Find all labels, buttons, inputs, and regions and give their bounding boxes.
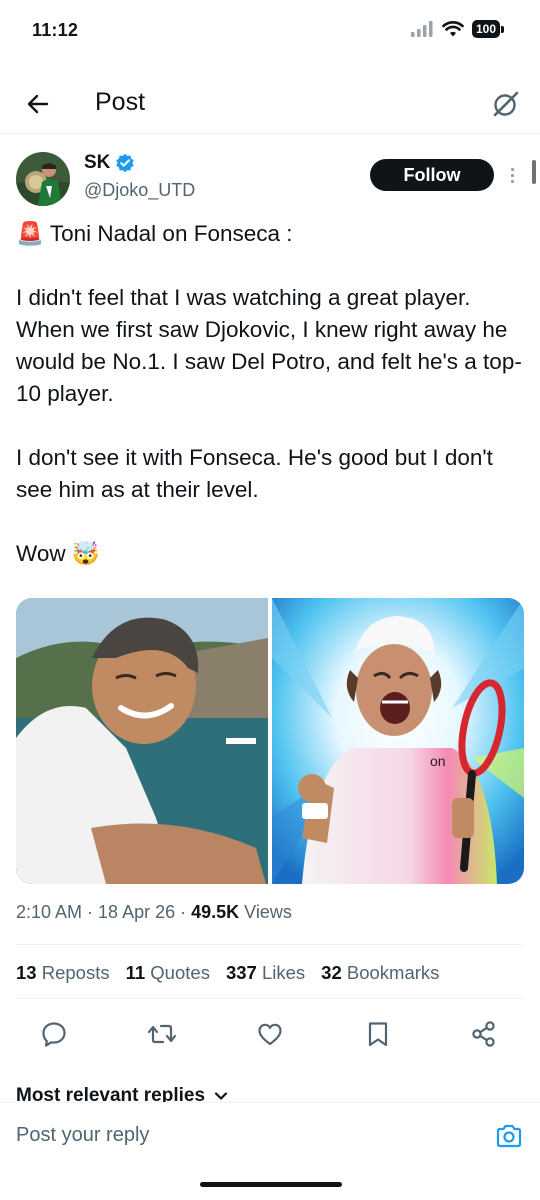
reply-button[interactable] bbox=[36, 1016, 72, 1052]
author-row: SK @Djoko_UTD Follow bbox=[16, 148, 526, 212]
divider bbox=[16, 944, 524, 945]
views-count[interactable]: 49.5K bbox=[191, 902, 239, 923]
bookmark-button[interactable] bbox=[360, 1016, 396, 1052]
reply-input[interactable] bbox=[16, 1117, 476, 1153]
quotes-stat[interactable]: 11 Quotes bbox=[126, 962, 210, 984]
bookmark-icon bbox=[368, 1022, 388, 1047]
tweet-media: on bbox=[16, 598, 524, 884]
verified-badge-icon bbox=[116, 153, 135, 173]
share-button[interactable] bbox=[466, 1016, 502, 1052]
reposts-label: Reposts bbox=[41, 962, 110, 983]
grok-slash-icon bbox=[493, 91, 519, 117]
svg-text:on: on bbox=[430, 753, 446, 769]
battery-level: 100 bbox=[471, 20, 500, 38]
likes-count: 337 bbox=[225, 962, 257, 983]
views-label[interactable]: Views bbox=[244, 902, 292, 923]
tweet-line: 🚨 Toni Nadal on Fonseca : bbox=[16, 221, 293, 246]
camera-button[interactable] bbox=[494, 1121, 524, 1151]
reply-bar bbox=[0, 1102, 540, 1172]
post-header: Post bbox=[0, 72, 540, 134]
post-meta: 2:10 AM · 18 Apr 26 · 49.5K Views bbox=[16, 902, 292, 923]
quotes-label: Quotes bbox=[150, 962, 210, 983]
post-time: 2:10 AM bbox=[16, 902, 83, 922]
media-image-toni-nadal[interactable] bbox=[16, 598, 268, 884]
reposts-count: 13 bbox=[16, 962, 37, 983]
tweet-line: I don't see it with Fonseca. He's good b… bbox=[16, 445, 493, 502]
share-icon bbox=[472, 1021, 495, 1047]
back-button[interactable] bbox=[18, 84, 58, 124]
scroll-indicator[interactable] bbox=[532, 160, 536, 184]
author-name[interactable]: SK bbox=[84, 152, 110, 174]
action-bar bbox=[0, 1016, 540, 1052]
author-handle[interactable]: @Djoko_UTD bbox=[84, 180, 195, 201]
bookmarks-label: Bookmarks bbox=[346, 962, 440, 983]
grok-button[interactable] bbox=[484, 82, 528, 126]
camera-icon bbox=[496, 1124, 522, 1148]
quotes-count: 11 bbox=[125, 962, 146, 983]
media-image-fonseca[interactable]: on bbox=[272, 598, 524, 884]
page-title: Post bbox=[95, 88, 146, 116]
arrow-left-icon bbox=[27, 94, 49, 114]
more-options-icon[interactable] bbox=[502, 160, 522, 190]
likes-stat[interactable]: 337 Likes bbox=[226, 962, 305, 984]
tweet-line: I didn't feel that I was watching a grea… bbox=[16, 285, 522, 406]
reply-icon bbox=[42, 1022, 66, 1047]
engagement-stats: 13 Reposts 11 Quotes 337 Likes 32 Bookma… bbox=[16, 962, 439, 984]
likes-label: Likes bbox=[261, 962, 306, 983]
bookmarks-count: 32 bbox=[321, 962, 342, 983]
like-icon bbox=[258, 1023, 282, 1046]
status-time: 11:12 bbox=[32, 20, 79, 40]
tweet-text: 🚨 Toni Nadal on Fonseca : I didn't feel … bbox=[16, 218, 528, 570]
tweet-line: Wow 🤯 bbox=[16, 541, 100, 566]
home-indicator[interactable] bbox=[200, 1182, 342, 1187]
signal-icon bbox=[410, 21, 433, 37]
repost-icon bbox=[147, 1024, 177, 1044]
like-button[interactable] bbox=[252, 1016, 288, 1052]
reposts-stat[interactable]: 13 Reposts bbox=[16, 962, 110, 984]
divider bbox=[16, 998, 524, 999]
author-name-row: SK bbox=[84, 152, 135, 174]
status-icons: 100 bbox=[410, 20, 504, 38]
bookmarks-stat[interactable]: 32 Bookmarks bbox=[321, 962, 439, 984]
status-bar: 11:12 100 bbox=[0, 0, 540, 64]
battery-icon: 100 bbox=[471, 20, 504, 38]
follow-button[interactable]: Follow bbox=[370, 159, 494, 191]
repost-button[interactable] bbox=[144, 1016, 180, 1052]
meta-separator: · bbox=[180, 902, 187, 922]
avatar[interactable] bbox=[16, 152, 70, 206]
post-date: 18 Apr 26 bbox=[98, 902, 176, 922]
wifi-icon bbox=[442, 21, 464, 37]
meta-separator: · bbox=[87, 902, 94, 922]
